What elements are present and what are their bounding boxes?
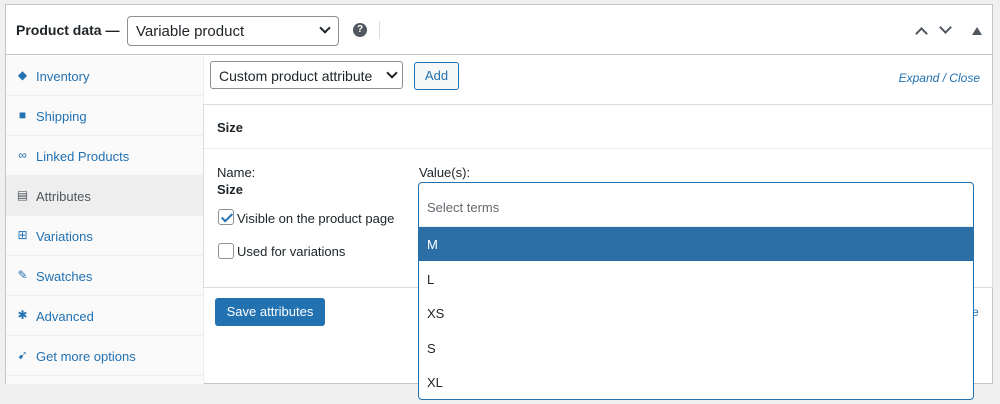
attribute-header[interactable]: Size (204, 105, 992, 149)
help-icon[interactable]: ? (353, 23, 367, 37)
tab-shipping[interactable]: ■ Shipping (6, 96, 203, 136)
save-attributes-button[interactable]: Save attributes (215, 298, 325, 326)
gear-icon: ✱ (17, 308, 28, 322)
tab-label: Inventory (36, 69, 90, 84)
tab-advanced[interactable]: ✱ Advanced (6, 296, 203, 336)
name-label: Name: (217, 165, 256, 180)
dropdown-option-s[interactable]: S (419, 331, 973, 365)
product-type-select[interactable]: Variable product (127, 16, 339, 46)
expand-close-link[interactable]: Expand / Close (899, 71, 980, 85)
tab-label: Swatches (36, 269, 93, 284)
attribute-type-value: Custom product attribute (219, 68, 373, 84)
chevron-down-icon (319, 22, 331, 34)
toggle-panel-icon[interactable] (972, 27, 982, 35)
panel-title: Product data — (16, 22, 120, 38)
product-type-value: Variable product (136, 23, 245, 40)
terms-placeholder: Select terms (427, 200, 500, 215)
link-icon: ∞ (18, 148, 27, 162)
tab-label: Advanced (36, 309, 94, 324)
tab-attributes[interactable]: ▤ Attributes (6, 176, 203, 216)
tab-linked-products[interactable]: ∞ Linked Products (6, 136, 203, 176)
grid-icon: ⊞ (17, 228, 28, 242)
variations-label: Used for variations (237, 244, 346, 259)
dropdown-option-xl[interactable]: XL (419, 365, 973, 399)
option-label: L (427, 272, 435, 287)
tab-label: Variations (36, 229, 93, 244)
tab-swatches[interactable]: ✎ Swatches (6, 256, 203, 296)
tab-label: Get more options (36, 349, 136, 364)
terms-search-input[interactable]: Select terms (419, 183, 973, 227)
truck-icon: ■ (18, 108, 27, 122)
option-label: XS (427, 306, 445, 321)
variations-checkbox[interactable] (218, 243, 234, 259)
tab-get-more-options[interactable]: ➹ Get more options (6, 336, 203, 376)
dropdown-option-l[interactable]: L (419, 262, 973, 296)
option-label: S (427, 341, 436, 356)
attribute-title: Size (217, 120, 244, 135)
move-down-icon[interactable] (939, 21, 952, 34)
tab-label: Shipping (36, 109, 87, 124)
dropdown-option-xs[interactable]: XS (419, 296, 973, 330)
move-up-icon[interactable] (915, 27, 928, 40)
visible-label: Visible on the product page (237, 211, 395, 226)
panel-header: Product data — Variable product ? (6, 5, 992, 55)
name-value: Size (217, 182, 244, 197)
attribute-type-select[interactable]: Custom product attribute (210, 61, 403, 89)
terms-dropdown[interactable]: Select terms M L XS S XL (418, 182, 974, 400)
option-label: M (427, 237, 438, 252)
values-label: Value(s): (419, 165, 471, 180)
list-icon: ▤ (16, 188, 29, 202)
tab-variations[interactable]: ⊞ Variations (6, 216, 203, 256)
plugin-icon: ➹ (17, 348, 28, 362)
chevron-down-icon (386, 67, 398, 79)
tag-icon: ◆ (17, 68, 28, 82)
dropdown-option-m[interactable]: M (419, 227, 973, 261)
add-attribute-button[interactable]: Add (414, 62, 459, 90)
tab-label: Linked Products (36, 149, 130, 164)
product-data-tabs: ◆ Inventory ■ Shipping ∞ Linked Products… (6, 56, 204, 384)
header-divider (379, 21, 380, 39)
tab-label: Attributes (36, 189, 91, 204)
visible-checkbox[interactable] (218, 209, 234, 225)
option-label: XL (427, 375, 443, 390)
swatches-icon: ✎ (17, 268, 28, 282)
tab-inventory[interactable]: ◆ Inventory (6, 56, 203, 96)
